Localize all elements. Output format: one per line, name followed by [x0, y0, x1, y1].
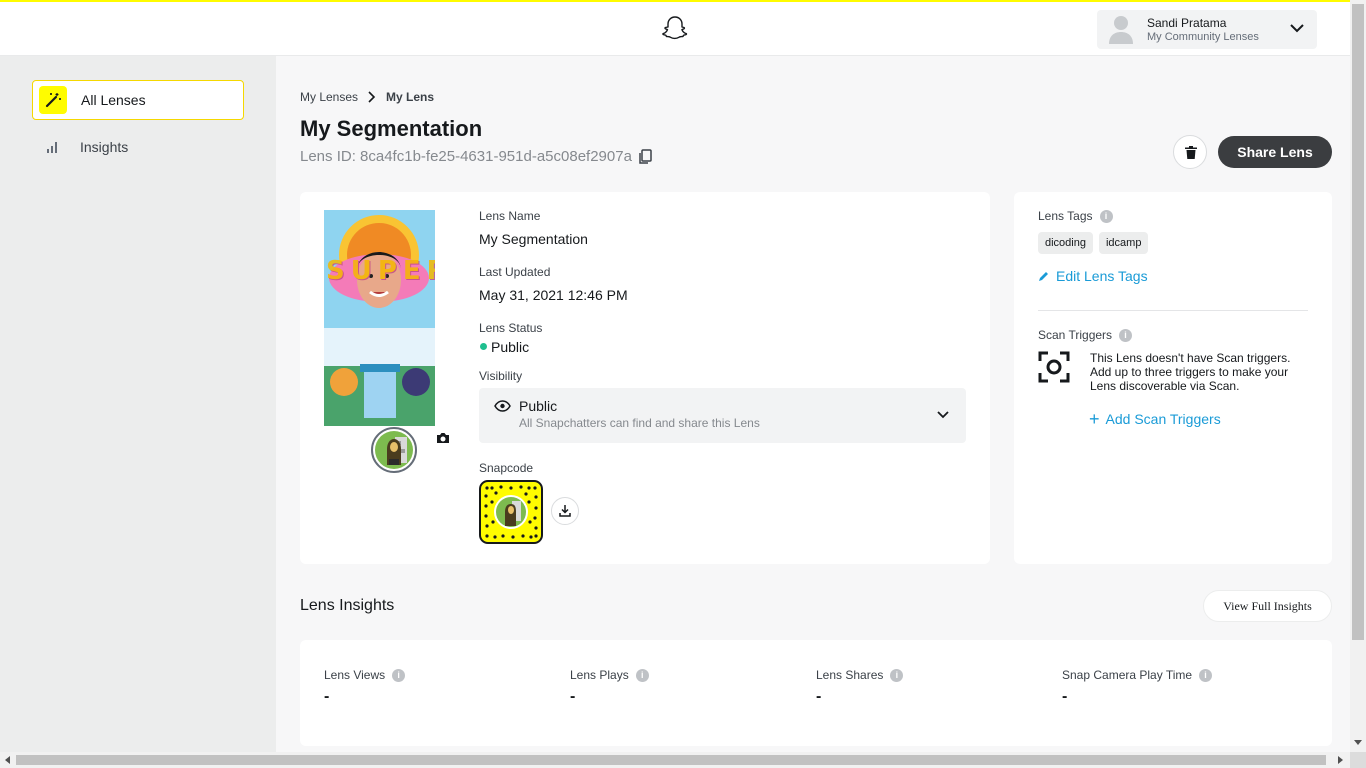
page-title: My Segmentation	[300, 116, 483, 141]
plus-icon: +	[1089, 409, 1100, 429]
scroll-right-arrow-icon[interactable]	[1338, 756, 1343, 764]
breadcrumb-current: My Lens	[386, 90, 435, 104]
trash-icon	[1185, 146, 1197, 159]
info-icon[interactable]: i	[392, 669, 406, 683]
lens-tags-label: Lens Tags	[1038, 209, 1093, 223]
download-icon	[559, 505, 571, 517]
eye-icon	[494, 400, 511, 412]
user-name: Sandi Pratama	[1147, 16, 1227, 30]
stat-lens-shares-value: -	[816, 688, 822, 705]
chevron-down-icon	[937, 411, 949, 419]
chevron-right-icon	[368, 91, 376, 103]
stat-lens-plays-value: -	[570, 688, 576, 705]
snapcode-label: Snapcode	[479, 461, 534, 475]
visibility-label: Visibility	[479, 369, 523, 383]
scroll-left-arrow-icon[interactable]	[5, 756, 10, 764]
snapchat-ghost-icon[interactable]	[662, 15, 688, 41]
stat-snap-camera-play-time-value: -	[1062, 688, 1068, 705]
lens-insights-title: Lens Insights	[300, 597, 395, 614]
scrollbar-corner	[1350, 752, 1366, 768]
info-icon[interactable]: i	[1099, 210, 1113, 224]
delete-button[interactable]	[1173, 135, 1207, 169]
lens-id-text: Lens ID: 8ca4fc1b-fe25-4631-951d-a5c08ef…	[300, 148, 632, 165]
top-header: Sandi Pratama My Community Lenses	[0, 2, 1350, 56]
lens-name-value: My Segmentation	[479, 231, 588, 247]
tag-chip: dicoding	[1038, 232, 1093, 254]
stat-lens-views-value: -	[324, 688, 330, 705]
breadcrumb: My Lenses My Lens	[300, 90, 434, 104]
scan-triggers-description: This Lens doesn't have Scan triggers. Ad…	[1090, 351, 1291, 393]
lens-status-label: Lens Status	[479, 321, 543, 335]
lens-tags-header: Lens Tags i	[1038, 209, 1113, 224]
scroll-down-arrow-icon[interactable]	[1354, 740, 1362, 745]
horizontal-scrollbar[interactable]	[0, 752, 1350, 768]
stat-label-text: Lens Shares	[816, 668, 884, 682]
download-snapcode-button[interactable]	[551, 497, 579, 525]
magic-wand-icon	[39, 86, 67, 114]
stat-lens-plays-label: Lens Plays i	[570, 668, 649, 683]
scan-triggers-label: Scan Triggers	[1038, 328, 1113, 342]
lens-status-value: Public	[491, 339, 530, 355]
info-icon[interactable]: i	[890, 669, 904, 683]
edit-lens-tags-label: Edit Lens Tags	[1056, 268, 1148, 284]
stat-lens-shares-label: Lens Shares i	[816, 668, 904, 683]
scan-triggers-header: Scan Triggers i	[1038, 328, 1133, 343]
last-updated-label: Last Updated	[479, 265, 551, 279]
sidebar-item-all-lenses[interactable]: All Lenses	[32, 80, 244, 120]
snapcode-image[interactable]	[479, 480, 543, 544]
chevron-down-icon	[1290, 24, 1304, 33]
sidebar-item-label: All Lenses	[81, 92, 146, 108]
vertical-scrollbar[interactable]	[1350, 0, 1366, 752]
thumbnail-text: SUPER	[326, 256, 435, 286]
user-subtitle: My Community Lenses	[1147, 31, 1259, 43]
section-divider	[1038, 310, 1308, 311]
stat-label-text: Lens Views	[324, 668, 386, 682]
stat-snap-camera-play-time-label: Snap Camera Play Time i	[1062, 668, 1213, 683]
scan-icon	[1038, 351, 1070, 383]
insights-card: Lens Views i - Lens Plays i - Lens Shares i…	[300, 640, 1332, 746]
stat-label-text: Lens Plays	[570, 668, 629, 682]
info-icon[interactable]: i	[635, 669, 649, 683]
visibility-dropdown[interactable]: Public All Snapchatters can find and sha…	[479, 388, 966, 443]
lens-details-card: SUPER Lens Name My Segmentation Last Upd…	[300, 192, 990, 564]
stat-label-text: Snap Camera Play Time	[1062, 668, 1193, 682]
user-avatar-icon	[1109, 16, 1133, 44]
lens-id: Lens ID: 8ca4fc1b-fe25-4631-951d-a5c08ef…	[300, 148, 652, 165]
sidebar-item-insights[interactable]: Insights	[32, 134, 244, 162]
info-icon[interactable]: i	[1119, 329, 1133, 343]
visibility-value: Public	[519, 398, 558, 414]
breadcrumb-parent-link[interactable]: My Lenses	[300, 90, 358, 104]
share-lens-button[interactable]: Share Lens	[1218, 136, 1332, 168]
lens-icon-avatar[interactable]	[371, 427, 417, 473]
edit-lens-tags-link[interactable]: Edit Lens Tags	[1038, 268, 1148, 284]
copy-icon[interactable]	[638, 148, 652, 165]
camera-icon[interactable]	[436, 432, 450, 444]
vertical-scrollbar-thumb[interactable]	[1352, 4, 1364, 640]
sidebar-item-label: Insights	[80, 139, 129, 155]
horizontal-scrollbar-thumb[interactable]	[16, 755, 1326, 765]
status-dot	[480, 343, 487, 350]
pencil-icon	[1039, 272, 1048, 281]
sidebar: All Lenses Insights	[0, 56, 276, 753]
add-scan-triggers-link[interactable]: + Add Scan Triggers	[1089, 409, 1221, 430]
lens-name-label: Lens Name	[479, 209, 541, 223]
last-updated-value: May 31, 2021 12:46 PM	[479, 287, 628, 303]
info-icon[interactable]: i	[1199, 669, 1213, 683]
tag-chip: idcamp	[1098, 232, 1149, 254]
lens-thumbnail[interactable]: SUPER	[324, 210, 435, 426]
lens-tags-card: Lens Tags i dicoding idcamp Edit Lens Tags…	[1014, 192, 1332, 564]
tag-list: dicoding idcamp	[1038, 232, 1154, 254]
bar-chart-icon	[47, 142, 57, 153]
view-full-insights-button[interactable]: View Full Insights	[1203, 590, 1332, 622]
account-menu[interactable]: Sandi Pratama My Community Lenses	[1097, 10, 1317, 49]
stat-lens-views-label: Lens Views i	[324, 668, 406, 683]
visibility-description: All Snapchatters can find and share this…	[519, 416, 760, 430]
add-scan-triggers-label: Add Scan Triggers	[1105, 411, 1221, 427]
